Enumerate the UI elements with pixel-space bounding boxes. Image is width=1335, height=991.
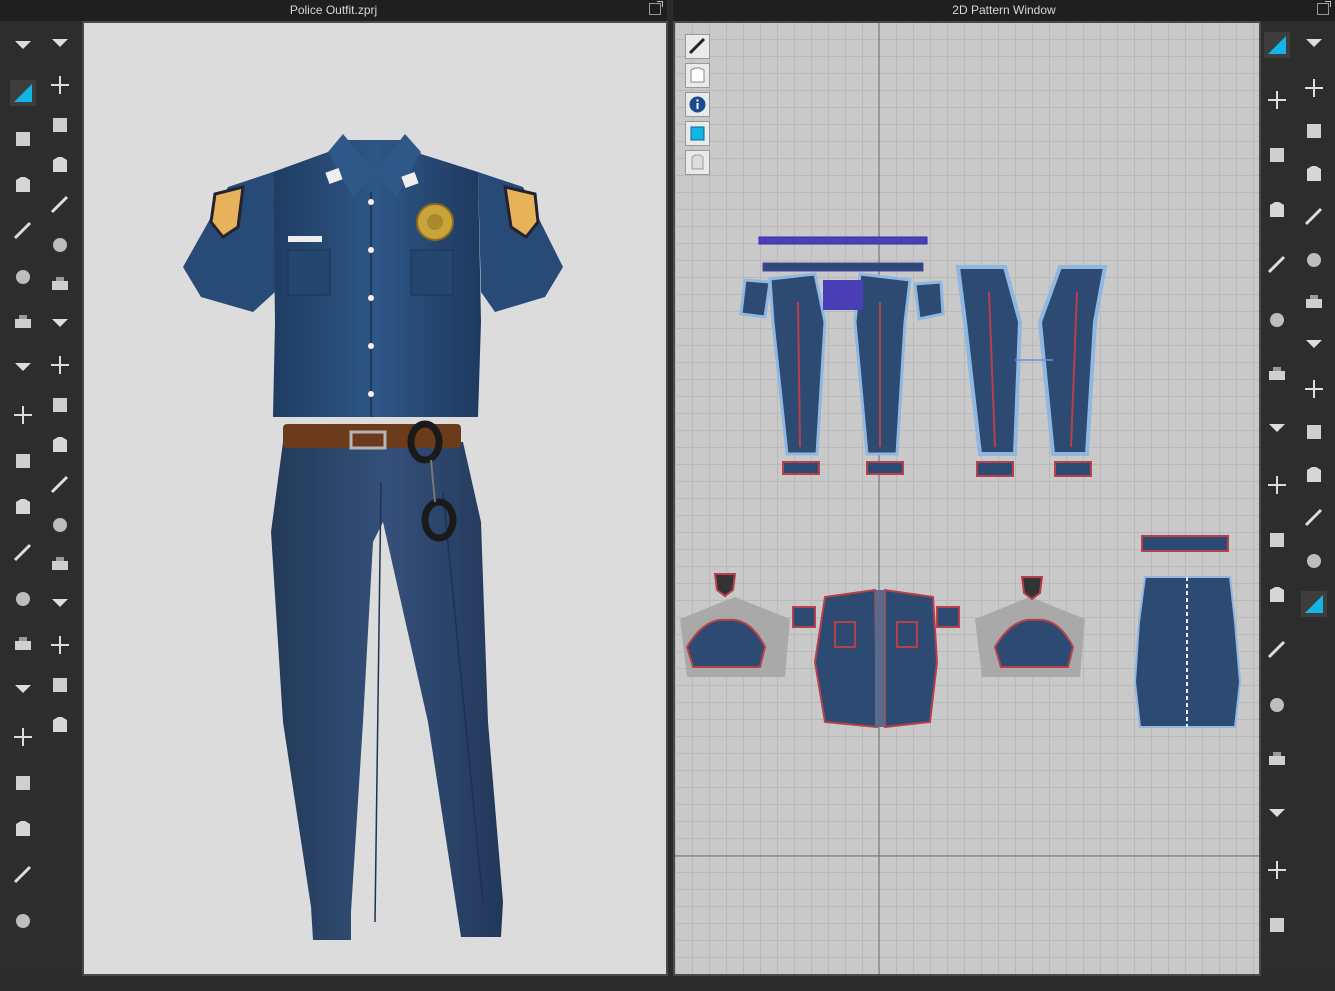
2d-window-title-text: 2D Pattern Window (952, 3, 1056, 17)
placket-pattern[interactable] (875, 590, 885, 727)
left-pocket (287, 249, 331, 296)
police-badge (416, 203, 454, 241)
rectangle-icon[interactable] (1264, 197, 1290, 223)
tack-icon[interactable] (10, 310, 36, 336)
check-sewing-icon[interactable] (1301, 290, 1327, 316)
grid-icon[interactable] (1264, 802, 1290, 828)
folder-icon[interactable] (1264, 252, 1290, 278)
fold-c-icon[interactable] (47, 232, 73, 258)
name-tag (288, 236, 322, 242)
text-small-icon[interactable] (1264, 692, 1290, 718)
puckering-icon[interactable] (10, 494, 36, 520)
drop-arrow-icon[interactable] (10, 34, 36, 60)
elastic-icon[interactable] (1301, 505, 1327, 531)
edit-points-icon[interactable] (1264, 87, 1290, 113)
adjust-icon[interactable] (47, 712, 73, 738)
sharpen-icon[interactable] (10, 770, 36, 796)
edit-pen-icon[interactable] (10, 126, 36, 152)
puzzle-icon[interactable] (47, 352, 73, 378)
door-icon[interactable] (1264, 527, 1290, 553)
avatar-outfit-render (183, 134, 563, 940)
dotted-line-icon[interactable] (1301, 419, 1327, 445)
shirt-stack-icon[interactable] (10, 908, 36, 934)
transform-pattern-icon[interactable] (1264, 32, 1290, 58)
pin-box-icon[interactable] (10, 218, 36, 244)
fold-sewing-icon[interactable] (1301, 548, 1327, 574)
button-circle-icon[interactable] (47, 432, 73, 458)
pattern-pieces (675, 22, 1259, 974)
button-icon[interactable] (47, 272, 73, 298)
toggle-icon[interactable] (47, 592, 73, 618)
zipper-b-icon[interactable] (47, 512, 73, 538)
rotate-shirt-icon[interactable] (10, 632, 36, 658)
lock-shirt-icon[interactable] (685, 150, 710, 175)
pants (271, 442, 503, 940)
right-pocket (410, 249, 454, 296)
segment-icon[interactable] (1301, 32, 1327, 58)
fold-icon[interactable] (10, 264, 36, 290)
free-sewing-icon[interactable] (1301, 75, 1327, 101)
grey-box-b-icon[interactable] (47, 672, 73, 698)
2d-toolbar (1261, 22, 1335, 974)
measure-b-icon[interactable] (1264, 637, 1290, 663)
grey-box-icon[interactable] (47, 632, 73, 658)
3d-toolbar (0, 22, 82, 974)
flatten-icon[interactable] (10, 356, 36, 382)
waistband-pattern[interactable] (762, 262, 924, 272)
ruler-icon[interactable] (1264, 582, 1290, 608)
pencil-icon[interactable] (10, 816, 36, 842)
layer-icon[interactable] (1301, 333, 1327, 359)
zig-icon[interactable] (1301, 462, 1327, 488)
texture-view-icon[interactable] (685, 121, 710, 146)
fold-b-icon[interactable] (47, 192, 73, 218)
iron-icon[interactable] (1301, 204, 1327, 230)
measure-icon[interactable] (10, 724, 36, 750)
shirt-back-pattern[interactable] (1133, 535, 1242, 728)
shirt-icon[interactable] (10, 586, 36, 612)
line-tool-icon[interactable] (10, 402, 36, 428)
3d-window-title-text: Police Outfit.zprj (289, 3, 378, 17)
popout-icon[interactable] (649, 1, 663, 15)
internal-rect-icon[interactable] (1264, 307, 1290, 333)
cut-icon[interactable] (1264, 362, 1290, 388)
run-avatar-icon[interactable] (47, 32, 73, 58)
fold-arrow-icon[interactable] (47, 112, 73, 138)
fold-line-icon[interactable] (1264, 472, 1290, 498)
waistband-pattern[interactable] (758, 236, 928, 245)
view-shirt-icon[interactable] (685, 63, 710, 88)
gradient-icon[interactable] (47, 552, 73, 578)
avatar-b-icon[interactable] (1264, 912, 1290, 938)
zipper-icon[interactable] (10, 540, 36, 566)
popout-icon[interactable] (1317, 1, 1331, 15)
3d-garment-viewport[interactable] (83, 22, 666, 974)
2d-pattern-canvas[interactable] (675, 22, 1259, 974)
pin-icon[interactable] (47, 72, 73, 98)
2d-window-title: 2D Pattern Window (673, 0, 1335, 21)
gift-box-icon[interactable] (1301, 591, 1327, 617)
view-pen-icon[interactable] (685, 34, 710, 59)
3d-window-title: Police Outfit.zprj (0, 0, 667, 21)
dashed-line-icon[interactable] (1301, 376, 1327, 402)
line-sewing-icon[interactable] (1301, 118, 1327, 144)
trace-icon[interactable] (1264, 417, 1290, 443)
sewing-icon[interactable] (1264, 857, 1290, 883)
shirt-sewing-icon[interactable] (1301, 247, 1327, 273)
tack-sewing-icon[interactable] (1301, 161, 1327, 187)
transform-cross-icon[interactable] (10, 80, 36, 106)
garment-select-icon[interactable] (10, 172, 36, 198)
lock-icon[interactable] (47, 472, 73, 498)
info-icon[interactable] (685, 92, 710, 117)
shirt-down-icon[interactable] (10, 862, 36, 888)
patch-pattern[interactable] (1020, 576, 1044, 601)
check-icon[interactable] (47, 392, 73, 418)
strip-icon[interactable] (47, 152, 73, 178)
patch-pattern[interactable] (713, 573, 737, 598)
polygon-icon[interactable] (1264, 142, 1290, 168)
avatar-icon[interactable] (10, 678, 36, 704)
texture-icon[interactable] (47, 312, 73, 338)
paint-icon[interactable] (10, 448, 36, 474)
text-large-icon[interactable] (1264, 747, 1290, 773)
